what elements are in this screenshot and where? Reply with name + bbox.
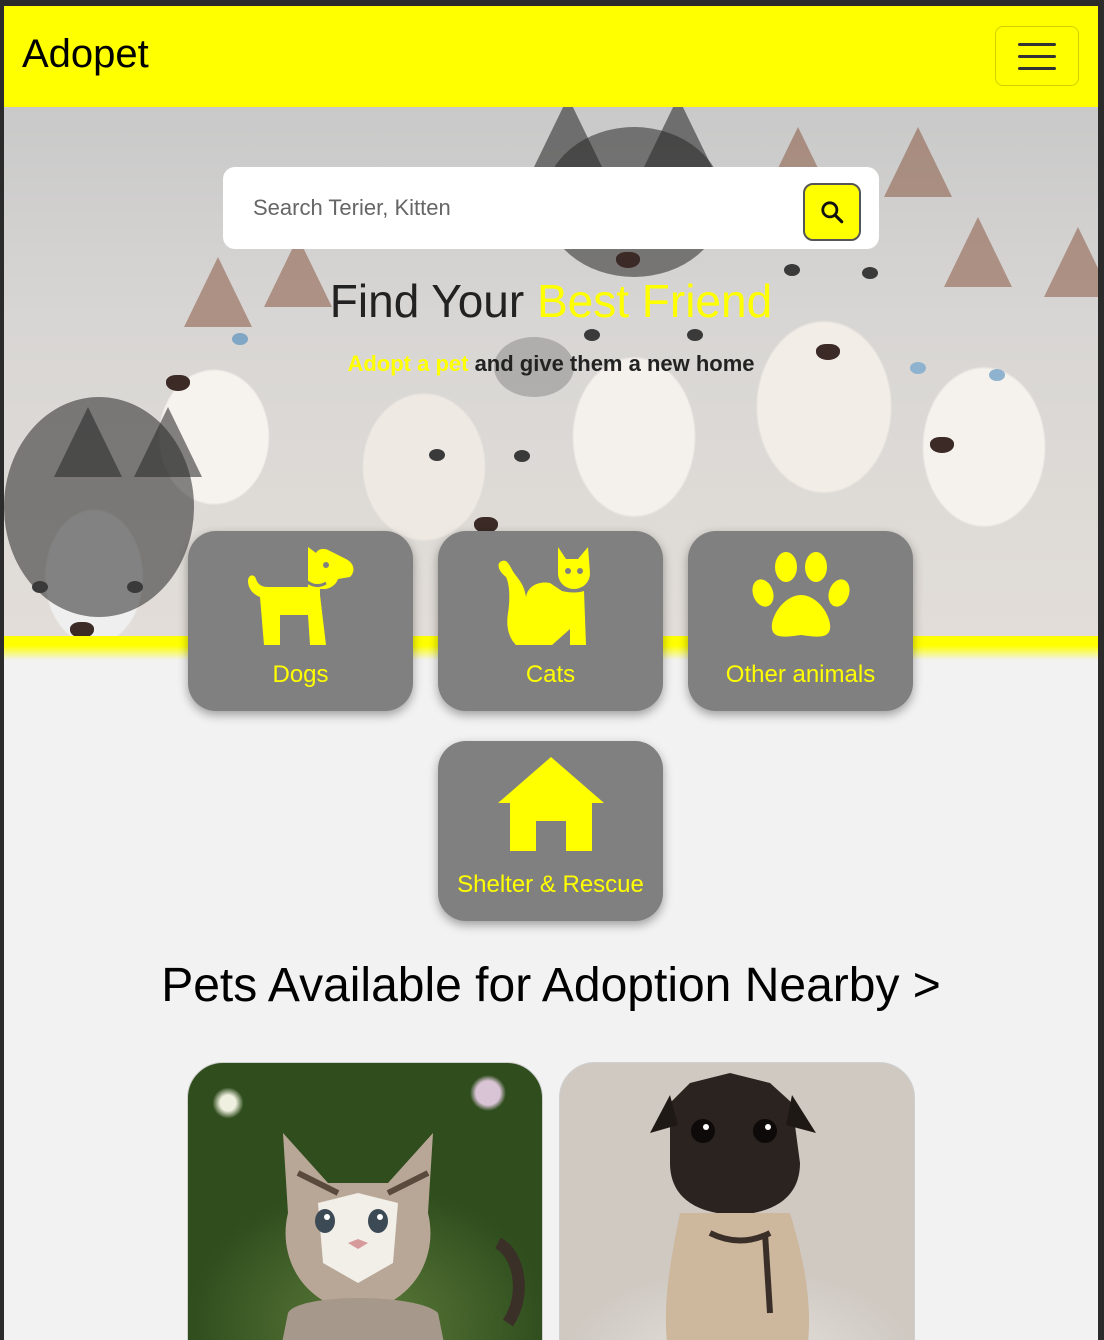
hero-subtitle: Adopt a pet and give them a new home xyxy=(347,351,755,376)
navbar: Adopet xyxy=(4,6,1098,107)
paw-icon xyxy=(751,552,850,637)
category-label: Cats xyxy=(525,661,576,688)
hamburger-menu-icon xyxy=(1018,42,1056,46)
search-button[interactable] xyxy=(803,183,861,241)
dog-icon xyxy=(247,547,353,645)
category-label: Other animals xyxy=(725,661,876,688)
category-other-animals[interactable]: Other animals xyxy=(688,531,913,711)
hamburger-menu-button[interactable] xyxy=(995,26,1079,86)
section-title-pets-nearby[interactable]: Pets Available for Adoption Nearby > xyxy=(4,958,1098,1013)
category-label: Dogs xyxy=(272,661,329,688)
search-bar xyxy=(223,167,879,249)
kitten-photo xyxy=(282,1133,525,1340)
search-icon xyxy=(821,201,844,224)
hero-title: Find Your Best Friend xyxy=(329,275,773,327)
brand-logo[interactable]: Adopet xyxy=(22,32,149,77)
category-shelter-rescue[interactable]: Shelter & Rescue xyxy=(438,741,663,921)
category-label: Shelter & Rescue xyxy=(457,871,644,898)
category-dogs[interactable]: Dogs xyxy=(188,531,413,711)
pug-photo xyxy=(650,1073,816,1340)
house-icon xyxy=(497,757,604,851)
category-cats[interactable]: Cats xyxy=(438,531,663,711)
pet-card-pug[interactable] xyxy=(559,1062,915,1340)
search-input[interactable] xyxy=(253,191,793,225)
cat-icon xyxy=(498,547,590,645)
page: Adopet Search Terier, Kitten Find Your B… xyxy=(4,6,1098,1340)
pet-card-kitten[interactable] xyxy=(187,1062,543,1340)
